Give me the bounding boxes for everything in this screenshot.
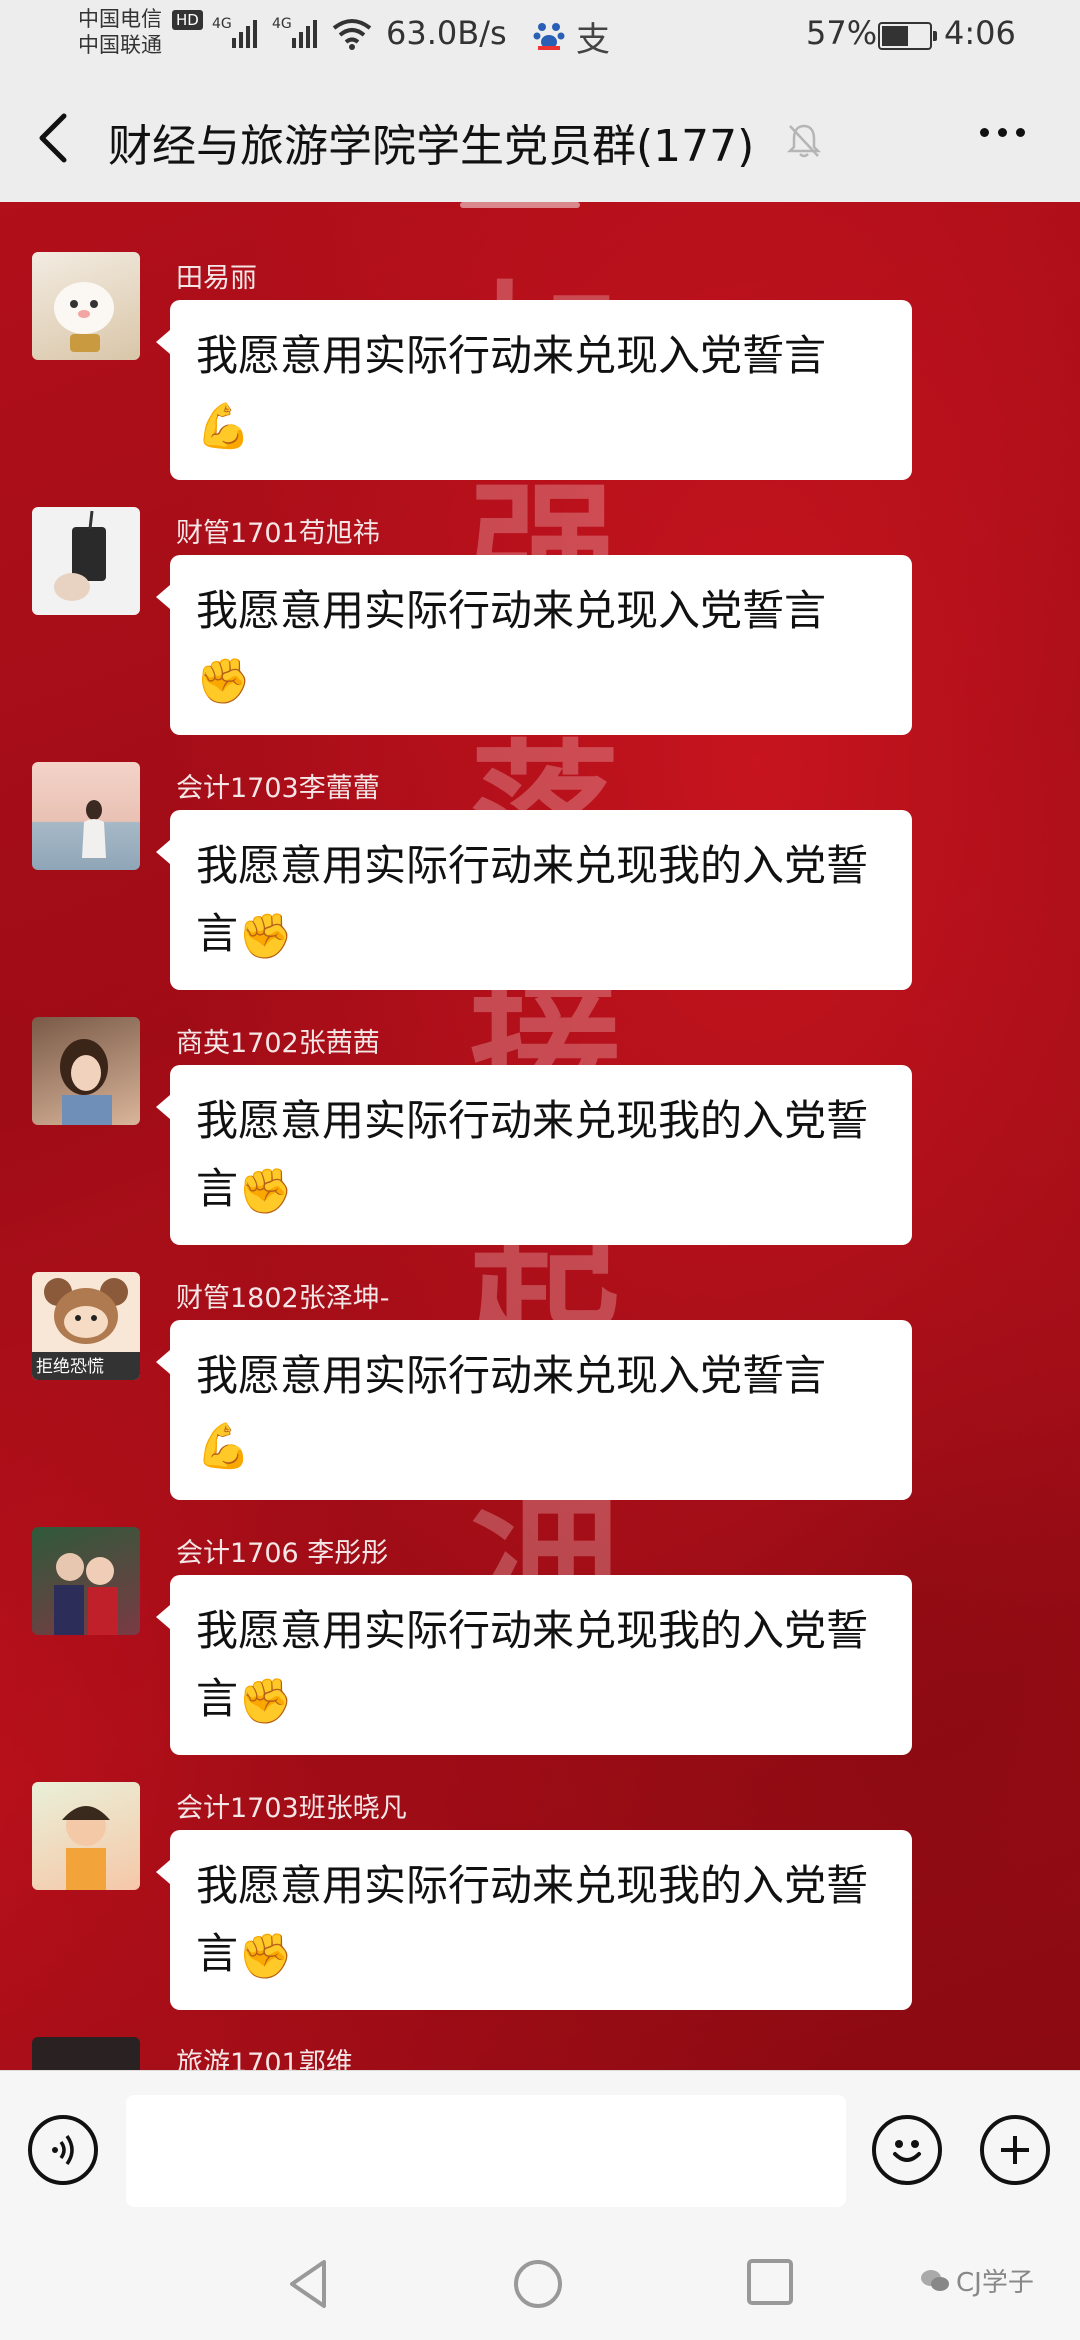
- nav-home-icon[interactable]: [510, 2256, 566, 2312]
- avatar[interactable]: [32, 1017, 140, 1125]
- status-bar: 中国电信 中国联通 HD 4G 4G 63.0B/s 支 57% 4:06: [0, 0, 1080, 70]
- alipay-icon: 支: [576, 20, 610, 60]
- hd-badge: HD: [172, 10, 203, 30]
- message-text: 我愿意用实际行动来兑现我的入党誓言: [196, 1096, 869, 1213]
- avatar[interactable]: [32, 507, 140, 615]
- battery-fill: [882, 26, 908, 46]
- carrier-1: 中国电信: [78, 7, 162, 31]
- flexed-biceps-icon: 💪: [196, 400, 251, 452]
- signal-icon: [292, 18, 317, 48]
- message-text: 我愿意用实际行动来兑现我的入党誓言: [196, 1606, 869, 1723]
- baidu-paw-icon: [533, 23, 565, 50]
- sender-name: 会计1703李蕾蕾: [176, 773, 380, 804]
- voice-icon[interactable]: [28, 2115, 98, 2185]
- raised-fist-icon: ✊: [238, 1675, 293, 1727]
- raised-fist-icon: ✊: [238, 910, 293, 962]
- sender-name: 财管1701苟旭祎: [176, 518, 380, 549]
- smiley-icon[interactable]: [872, 2115, 942, 2185]
- battery-percent: 57%: [806, 14, 878, 52]
- more-dots-icon[interactable]: [980, 128, 1025, 137]
- message-text: 我愿意用实际行动来兑现我的入党誓言: [196, 1861, 869, 1978]
- nav-recent-icon[interactable]: [744, 2256, 796, 2308]
- navigation-bar: CJ学子: [0, 2228, 1080, 2340]
- sender-name: 商英1702张茜茜: [176, 1028, 380, 1059]
- chat-header: 财经与旅游学院学生党员群(177): [0, 70, 1080, 202]
- plus-icon[interactable]: [980, 2115, 1050, 2185]
- avatar[interactable]: [32, 252, 140, 360]
- avatar[interactable]: [32, 762, 140, 870]
- sender-name: 会计1703班张晓凡: [176, 1793, 407, 1824]
- message-bubble[interactable]: 我愿意用实际行动来兑现入党誓言 💪: [156, 300, 912, 480]
- message-text: 我愿意用实际行动来兑现我的入党誓言: [196, 841, 869, 958]
- message-bubble[interactable]: 我愿意用实际行动来兑现我的入党誓言✊: [156, 1830, 912, 2010]
- network-type-2: 4G: [272, 16, 292, 32]
- wechat-icon: [921, 2269, 949, 2291]
- message-bubble[interactable]: 我愿意用实际行动来兑现我的入党誓言✊: [156, 1065, 912, 1245]
- network-type-1: 4G: [212, 16, 232, 32]
- message-bubble[interactable]: 我愿意用实际行动来兑现我的入党誓言✊: [156, 1575, 912, 1755]
- sender-name: 田易丽: [176, 263, 257, 294]
- back-arrow-icon[interactable]: [30, 108, 80, 168]
- raised-fist-icon: ✊: [238, 1930, 293, 1982]
- scroll-indicator: [460, 202, 580, 208]
- chat-title[interactable]: 财经与旅游学院学生党员群(177): [108, 110, 754, 174]
- flexed-biceps-icon: 💪: [196, 1420, 251, 1472]
- raised-fist-icon: ✊: [238, 1165, 293, 1217]
- message-text: 我愿意用实际行动来兑现入党誓言: [196, 1351, 827, 1400]
- avatar[interactable]: [32, 1782, 140, 1890]
- input-bar: [0, 2070, 1080, 2229]
- message-text: 我愿意用实际行动来兑现入党誓言: [196, 331, 827, 380]
- raised-fist-icon: ✊: [196, 655, 251, 707]
- avatar-label: 拒绝恐慌: [36, 1357, 104, 1377]
- sender-name: 会计1706 李彤彤: [176, 1538, 389, 1569]
- message-bubble[interactable]: 我愿意用实际行动来兑现入党誓言 💪: [156, 1320, 912, 1500]
- sender-name: 旅游1701郭维: [176, 2048, 353, 2070]
- signal-icon: [232, 18, 257, 48]
- bell-muted-icon: [786, 124, 822, 158]
- sender-name: 财管1802张泽坤-: [176, 1283, 390, 1314]
- message-input[interactable]: [126, 2095, 846, 2207]
- message-text: 我愿意用实际行动来兑现入党誓言: [196, 586, 827, 635]
- nav-back-icon[interactable]: [284, 2256, 334, 2312]
- chat-area[interactable]: 加 强 落 接 起 油 田易丽 我愿意用实际行动来兑现入党誓言 💪: [0, 202, 1080, 2070]
- message-bubble[interactable]: 我愿意用实际行动来兑现我的入党誓言✊: [156, 810, 912, 990]
- message-bubble[interactable]: 我愿意用实际行动来兑现入党誓言 ✊: [156, 555, 912, 735]
- avatar[interactable]: 拒绝恐慌: [32, 1272, 140, 1380]
- network-speed: 63.0B/s: [386, 14, 507, 52]
- clock: 4:06: [944, 14, 1016, 52]
- avatar[interactable]: [32, 2037, 140, 2070]
- watermark-text: CJ学子: [956, 2268, 1034, 2298]
- battery-icon: [878, 22, 937, 50]
- avatar[interactable]: [32, 1527, 140, 1635]
- carrier-2: 中国联通: [78, 33, 162, 57]
- carrier-names: 中国电信 中国联通: [78, 6, 162, 58]
- watermark: CJ学子: [920, 2262, 1034, 2299]
- wifi-icon: [332, 19, 372, 50]
